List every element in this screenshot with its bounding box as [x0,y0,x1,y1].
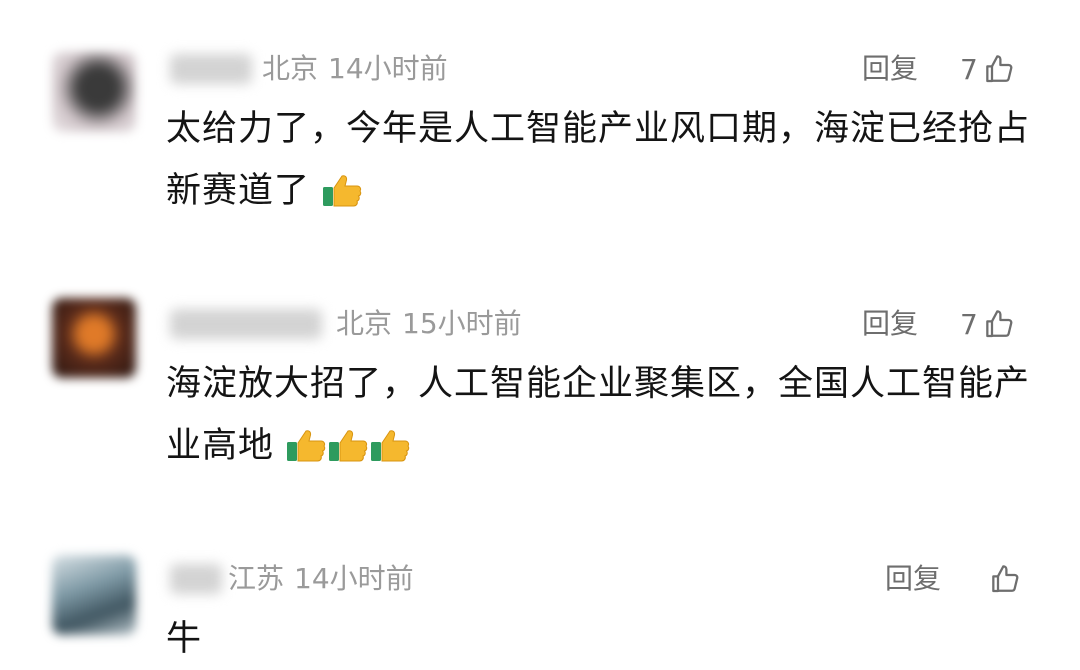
comment-location: 北京 [336,307,393,340]
avatar[interactable] [52,555,136,635]
like-count: 7 [960,307,978,341]
username-blurred[interactable] [170,564,222,594]
thumbs-up-icon [287,430,326,462]
comment-text: 牛 [166,619,203,659]
comment-meta: 北京 15小时前 [336,305,522,343]
thumbs-up-outline-icon [986,55,1013,83]
comment-text: 太给力了，今年是人工智能产业风口期，海淀已经抢占新赛道了 [166,109,1031,211]
avatar[interactable] [52,52,136,132]
comment-time: 14小时前 [294,562,414,595]
emoji-group [310,171,364,211]
username-blurred[interactable] [170,54,252,84]
comment-text-container: 牛 [166,608,1036,670]
thumbs-up-icon [371,430,410,462]
thumbs-up-icon [323,175,362,207]
emoji-group [274,426,412,466]
thumbs-up-outline-icon [986,310,1013,338]
comment-time: 15小时前 [402,307,522,340]
comment-location: 北京 [262,52,319,85]
comment-text-container: 海淀放大招了，人工智能企业聚集区，全国人工智能产业高地 [166,353,1036,477]
comment-meta: 江苏 14小时前 [228,560,414,598]
comment-text-container: 太给力了，今年是人工智能产业风口期，海淀已经抢占新赛道了 [166,98,1036,222]
thumbs-up-outline-icon [992,565,1019,593]
like-count: 7 [960,52,978,86]
thumbs-up-icon [329,430,368,462]
username-blurred[interactable] [170,309,322,339]
comment-location: 江苏 [228,562,285,595]
reply-button[interactable]: 回复 [862,50,918,88]
like-button[interactable] [984,560,1022,598]
like-button[interactable]: 7 [960,50,1016,88]
reply-button[interactable]: 回复 [862,305,918,343]
comment-meta: 北京 14小时前 [262,50,448,88]
comment-time: 14小时前 [328,52,448,85]
reply-button[interactable]: 回复 [885,560,941,598]
like-button[interactable]: 7 [960,305,1016,343]
avatar[interactable] [52,298,136,378]
